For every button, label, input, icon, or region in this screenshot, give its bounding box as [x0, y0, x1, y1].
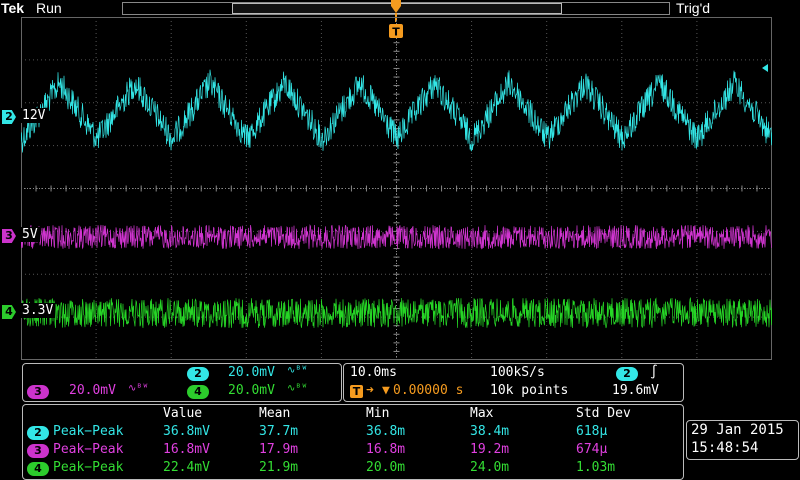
trigger-point-marker[interactable]: T: [389, 24, 403, 40]
trigger-offset-icon: T: [350, 385, 363, 398]
ch2-coupling-icon: ∿ᴮᵂ: [287, 365, 308, 376]
measurement-value: 36.8mV: [163, 424, 210, 439]
measurement-mean: 21.9m: [259, 460, 299, 475]
ch3-scale[interactable]: 20.0mV: [69, 383, 116, 398]
datetime-panel: 29 Jan 2015 15:48:54: [686, 420, 799, 460]
trigger-level-icon[interactable]: [760, 63, 770, 73]
ch2-badge[interactable]: 2: [187, 367, 209, 381]
measurement-type: Peak−Peak: [53, 424, 124, 439]
ch2-ground-marker[interactable]: 2: [2, 110, 16, 124]
trigger-slope-icon[interactable]: ∫: [650, 365, 658, 380]
record-length[interactable]: 10k points: [490, 383, 568, 398]
trigger-position[interactable]: 0.00000 s: [393, 383, 463, 398]
time-display: 15:48:54: [691, 440, 759, 456]
trigger-source-badge[interactable]: 2: [616, 367, 638, 381]
measurement-channel-badge: 4: [27, 462, 49, 476]
measurement-type: Peak−Peak: [53, 460, 124, 475]
measurement-channel-badge: 2: [27, 426, 49, 440]
ch4-badge[interactable]: 4: [187, 385, 209, 399]
trigger-t-icon: T: [389, 24, 403, 39]
trigger-offset-arrow-icon: ➜: [366, 383, 374, 398]
ch2-label: 12V: [20, 108, 48, 123]
measurement-max: 38.4m: [470, 424, 510, 439]
ch3-badge[interactable]: 3: [27, 385, 49, 399]
measurement-std: 618µ: [576, 424, 608, 439]
ch4-coupling-icon: ∿ᴮᵂ: [287, 383, 308, 394]
trigger-delay-icon: ▼: [382, 383, 390, 398]
measurement-mean: 17.9m: [259, 442, 299, 457]
ch4-ground-marker[interactable]: 4: [2, 305, 16, 319]
measurement-min: 16.8m: [366, 442, 406, 457]
sample-rate: 100kS/s: [490, 365, 545, 380]
date-display: 29 Jan 2015: [691, 422, 784, 438]
ch3-label: 5V: [20, 227, 40, 242]
ch2-scale[interactable]: 20.0mV: [228, 365, 275, 380]
measurement-channel-badge: 3: [27, 444, 49, 458]
measurement-value: 16.8mV: [163, 442, 210, 457]
time-per-division[interactable]: 10.0ms: [350, 365, 397, 380]
svg-text:T: T: [392, 26, 400, 39]
ch3-ground-marker[interactable]: 3: [2, 229, 16, 243]
measurement-mean: 37.7m: [259, 424, 299, 439]
measurement-value: 22.4mV: [163, 460, 210, 475]
trigger-status: Trig'd: [676, 0, 711, 16]
measurement-min: 20.0m: [366, 460, 406, 475]
ch4-scale[interactable]: 20.0mV: [228, 383, 275, 398]
measurement-type: Peak−Peak: [53, 442, 124, 457]
waveform-display[interactable]: [21, 17, 772, 360]
ch3-coupling-icon: ∿ᴮᵂ: [128, 383, 149, 394]
measurement-header-value: Value: [163, 406, 203, 421]
measurement-header-std-dev: Std Dev: [576, 406, 631, 421]
acquisition-state[interactable]: Run: [36, 0, 62, 16]
horizontal-settings-panel[interactable]: 10.0ms 100kS/s 2 ∫ T ➜ ▼ 0.00000 s 10k p…: [343, 363, 684, 402]
measurement-min: 36.8m: [366, 424, 406, 439]
measurements-panel[interactable]: Value Mean Min Max Std Dev 2 Peak−Peak 36.8mV 3…: [22, 404, 684, 480]
trigger-level[interactable]: 19.6mV: [612, 383, 659, 398]
ch4-label: 3.3V: [20, 303, 56, 318]
measurement-std: 674µ: [576, 442, 608, 457]
measurement-max: 19.2m: [470, 442, 510, 457]
measurement-header-max: Max: [470, 406, 494, 421]
measurement-std: 1.03m: [576, 460, 616, 475]
brand-logo: Tek: [1, 0, 25, 16]
vertical-settings-panel[interactable]: 2 20.0mV ∿ᴮᵂ 3 20.0mV ∿ᴮᵂ 4 20.0mV ∿ᴮᵂ: [22, 363, 342, 402]
measurement-header-min: Min: [366, 406, 390, 421]
measurement-header-mean: Mean: [259, 406, 291, 421]
measurement-max: 24.0m: [470, 460, 510, 475]
